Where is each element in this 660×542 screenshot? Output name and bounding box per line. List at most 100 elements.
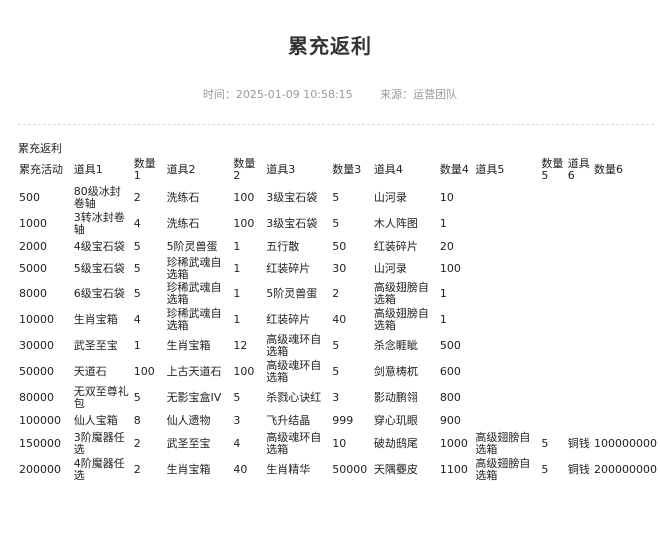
cell-text: 剑意梼杌 [373, 365, 418, 378]
table-cell: 100 [231, 211, 264, 237]
table-cell: 2 [132, 185, 165, 211]
table-cell [539, 307, 565, 333]
cell-text: 2 [133, 191, 141, 204]
column-header: 数量3 [332, 163, 362, 176]
column-header: 数量5 [541, 157, 564, 182]
table-cell: 3级宝石袋 [264, 185, 330, 211]
cell-text: 150000 [19, 437, 61, 450]
table-cell: 1000 [438, 431, 473, 457]
table-cell: 无双至尊礼包 [72, 385, 132, 411]
column-header: 数量1 [133, 157, 156, 182]
table-cell: 5 [132, 281, 165, 307]
table-cell: 木人阵图 [372, 211, 438, 237]
column-header: 累充活动 [19, 163, 63, 176]
cell-text: 1 [133, 339, 141, 352]
table-row: 10000 生肖宝箱 4 珍稀武魂自选箱 1 红装碎片 40 高级翅膀自选箱 1 [17, 307, 660, 333]
cell-text: 飞升结晶 [266, 414, 311, 427]
table-cell [473, 211, 539, 237]
cell-text: 5阶灵兽蛋 [166, 240, 218, 253]
page-title: 累充返利 [288, 34, 372, 58]
cell-text: 3 [233, 414, 241, 427]
cell-text: 500 [19, 191, 40, 204]
table-row: 150000 3阶魔器任选 2 武圣至宝 4 高级魂环自选箱 10 破劫鸱尾 1000 高级翅膀自… [17, 431, 660, 457]
table-cell: 600 [438, 359, 473, 385]
table-cell [473, 359, 539, 385]
cell-text: 999 [332, 414, 354, 427]
table-cell [566, 211, 592, 237]
cell-text: 2 [133, 463, 141, 476]
table-cell: 高级魂环自选箱 [264, 431, 330, 457]
cell-text: 600 [439, 365, 461, 378]
column-header: 道具1 [73, 163, 103, 176]
cell-text: 5000 [19, 262, 47, 275]
table-cell [592, 281, 660, 307]
table-cell: 铜钱 [566, 431, 592, 457]
table-row: 30000 武圣至宝 1 生肖宝箱 12 高级魂环自选箱 5 杀念睚眦 500 [17, 333, 660, 359]
table-cell: 12 [231, 333, 264, 359]
cell-text: 10 [332, 437, 347, 450]
table-cell: 200000000 [592, 457, 660, 483]
table-cell: 100 [231, 359, 264, 385]
table-cell: 五行散 [264, 237, 330, 257]
rebate-table: 累充活动 道具1 数量1 道具2 数量2 道具3 数量3 道具4 数量4 道具5 数量5 道具6 数量6… [17, 155, 660, 483]
cell-text: 1 [233, 287, 241, 300]
table-cell: 洗练石 [165, 185, 232, 211]
table-cell: 武圣至宝 [165, 431, 232, 457]
cell-text: 5 [332, 339, 340, 352]
column-header: 道具2 [166, 163, 196, 176]
table-cell: 1100 [438, 457, 473, 483]
cell-text: 100 [133, 365, 155, 378]
table-cell: 5 [132, 237, 165, 257]
table-cell: 5000 [17, 257, 72, 281]
cell-text: 200000 [19, 463, 61, 476]
cell-text: 无影宝盒IV [166, 391, 222, 404]
table-cell [566, 281, 592, 307]
table-cell [592, 257, 660, 281]
cell-text: 5级宝石袋 [73, 262, 125, 275]
table-cell: 山河录 [372, 257, 438, 281]
table-cell: 1 [438, 307, 473, 333]
cell-text: 2 [332, 287, 340, 300]
column-header: 道具5 [475, 163, 505, 176]
table-cell: 1 [438, 211, 473, 237]
cell-text: 10 [439, 191, 454, 204]
table-cell: 珍稀武魂自选箱 [165, 307, 232, 333]
table-cell [566, 333, 592, 359]
cell-text: 200000000 [594, 463, 658, 476]
cell-text: 100 [233, 365, 255, 378]
time-value: 2025-01-09 10:58:15 [235, 88, 353, 101]
table-cell: 5阶灵兽蛋 [165, 237, 232, 257]
cell-text: 高级翅膀自选箱 [475, 457, 531, 482]
table-row: 50000 天道石 100 上古天道石 100 高级魂环自选箱 5 剑意梼杌 600 [17, 359, 660, 385]
table-cell: 仙人遗物 [165, 411, 232, 431]
cell-text: 生肖宝箱 [166, 339, 211, 352]
column-header: 道具4 [373, 163, 403, 176]
table-cell: 2 [132, 431, 165, 457]
cell-text: 3级宝石袋 [266, 217, 318, 230]
table-cell [473, 281, 539, 307]
divider [18, 124, 654, 125]
table-cell: 高级翅膀自选箱 [372, 281, 438, 307]
table-cell [539, 385, 565, 411]
table-cell: 100 [132, 359, 165, 385]
table-cell: 100 [438, 257, 473, 281]
cell-text: 3 [332, 391, 340, 404]
cell-text: 1 [233, 240, 241, 253]
table-cell: 红装碎片 [264, 257, 330, 281]
publish-source: 来源：运营团队 [380, 88, 457, 101]
table-cell: 5 [330, 359, 372, 385]
table-cell [566, 185, 592, 211]
table-cell: 破劫鸱尾 [372, 431, 438, 457]
table-cell: 珍稀武魂自选箱 [165, 257, 232, 281]
table-cell [592, 211, 660, 237]
cell-text: 1 [439, 287, 447, 300]
table-cell: 生肖宝箱 [165, 457, 232, 483]
cell-text: 5 [233, 391, 241, 404]
table-cell: 杀戮心诀红 [264, 385, 330, 411]
table-cell: 1 [132, 333, 165, 359]
table-cell: 高级魂环自选箱 [264, 333, 330, 359]
cell-text: 红装碎片 [266, 313, 311, 326]
table-cell: 天隅虁皮 [372, 457, 438, 483]
table-row: 80000 无双至尊礼包 5 无影宝盒IV 5 杀戮心诀红 3 影动鹏翎 800 [17, 385, 660, 411]
cell-text: 30 [332, 262, 347, 275]
